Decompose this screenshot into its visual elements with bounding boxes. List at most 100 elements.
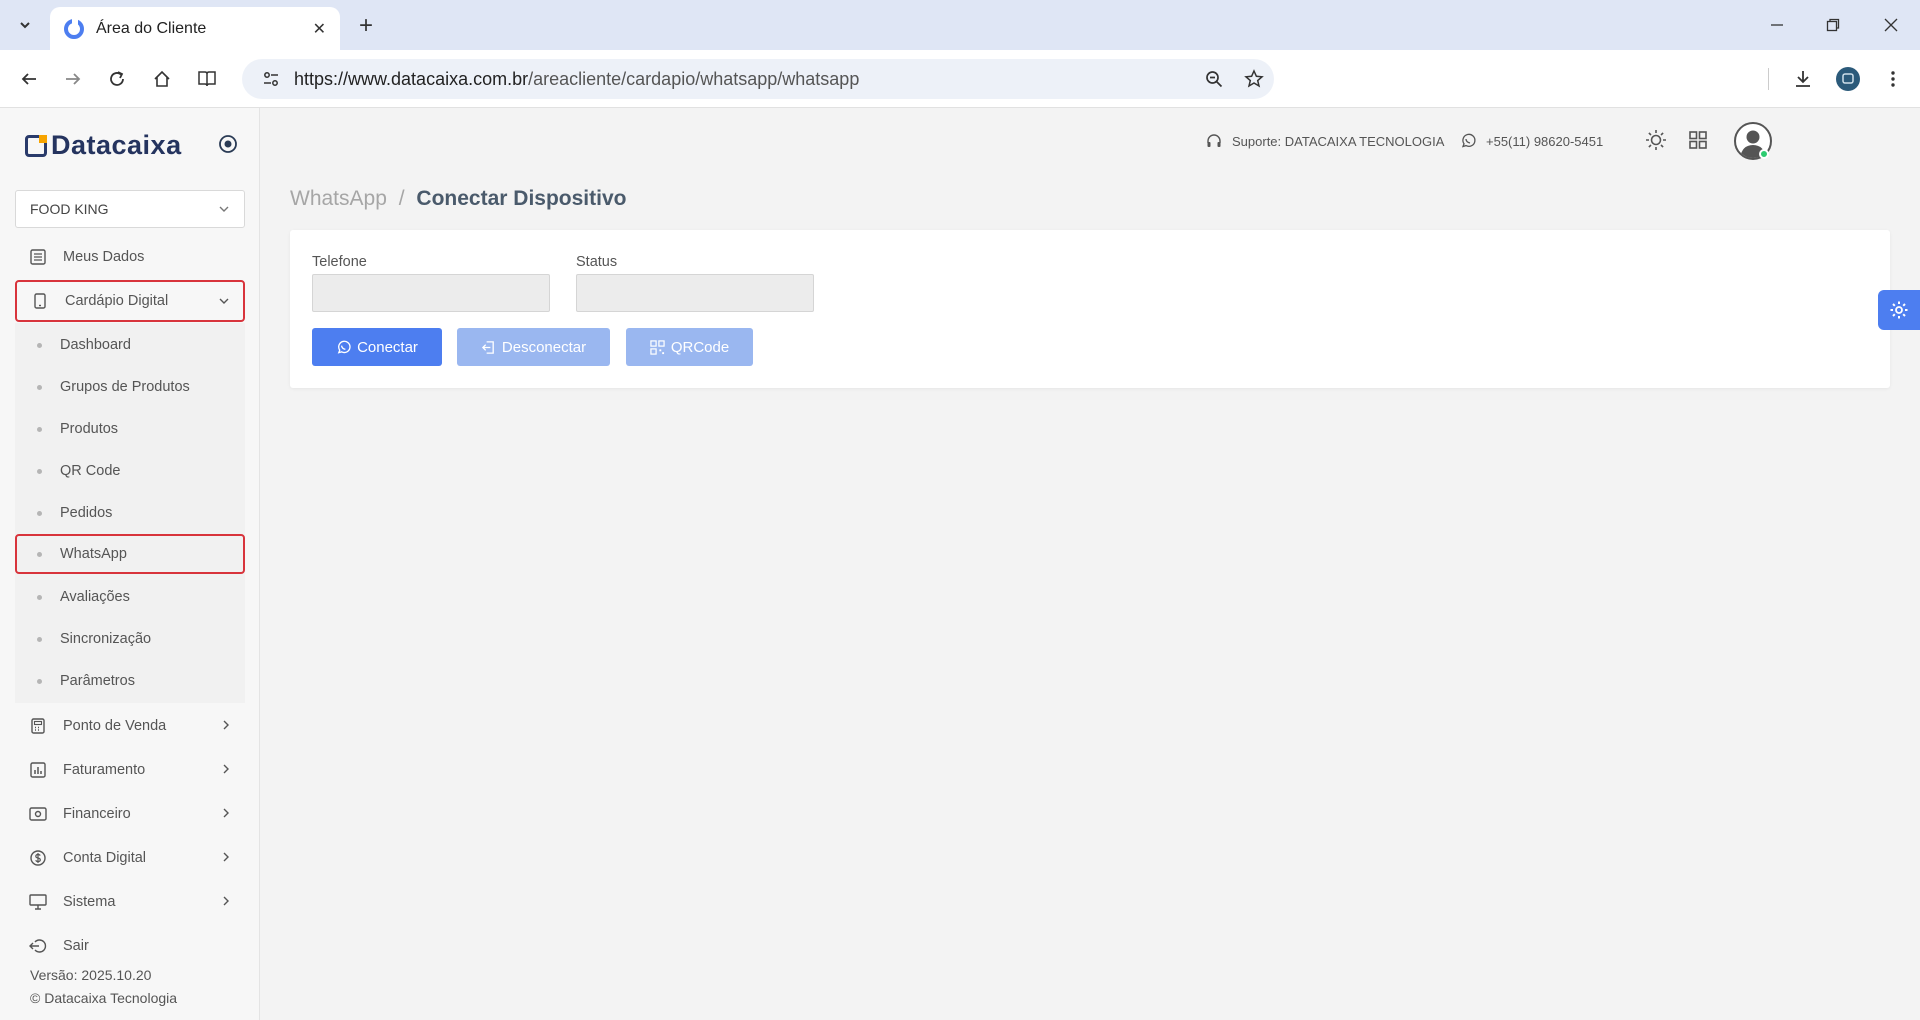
datacaixa-favicon-icon xyxy=(64,18,84,39)
close-window-button[interactable] xyxy=(1876,12,1906,38)
gear-icon xyxy=(1890,301,1908,319)
brand-name: Datacaixa xyxy=(51,130,182,160)
sidebar-item-cardapio-digital[interactable]: Cardápio Digital xyxy=(15,280,245,322)
url-text[interactable]: https://www.datacaixa.com.br/areacliente… xyxy=(294,69,1194,90)
sidebar-item-faturamento[interactable]: Faturamento xyxy=(15,750,245,790)
address-bar[interactable]: https://www.datacaixa.com.br/areacliente… xyxy=(242,59,1274,99)
back-button[interactable] xyxy=(14,64,44,94)
download-icon xyxy=(1796,71,1810,87)
reload-icon xyxy=(110,71,124,86)
site-info-icon[interactable] xyxy=(254,70,288,88)
headset-icon xyxy=(1206,133,1222,149)
bullet-icon xyxy=(37,678,42,684)
sidebar-item-sair[interactable]: Sair xyxy=(15,926,245,966)
sidebar-subitem-avaliacoes[interactable]: Avaliações xyxy=(15,578,245,616)
toolbar-divider xyxy=(1768,68,1769,90)
connect-button[interactable]: Conectar xyxy=(312,328,442,366)
sun-icon xyxy=(1646,130,1666,150)
tab-list-button[interactable] xyxy=(10,10,40,40)
theme-toggle-button[interactable] xyxy=(1642,126,1670,154)
status-field[interactable] xyxy=(576,274,814,312)
reload-button[interactable] xyxy=(102,64,132,94)
tablet-icon xyxy=(31,292,49,310)
close-icon xyxy=(1884,18,1898,32)
chevron-right-icon xyxy=(219,718,233,732)
sidebar-subitem-parametros[interactable]: Parâmetros xyxy=(15,662,245,700)
bullet-icon xyxy=(37,636,42,642)
sidebar-subitem-qr-code[interactable]: QR Code xyxy=(15,452,245,490)
sidebar-subitem-dashboard[interactable]: Dashboard xyxy=(15,326,245,364)
minimize-icon xyxy=(1771,24,1783,26)
status-label: Status xyxy=(576,254,618,270)
zoom-icon xyxy=(1206,71,1223,88)
sidebar-item-sistema[interactable]: Sistema xyxy=(15,882,245,922)
browser-tab-bar: Área do Cliente ✕ + xyxy=(0,0,1920,50)
sidebar-item-meus-dados[interactable]: Meus Dados xyxy=(15,237,245,277)
list-icon xyxy=(29,248,47,266)
more-vertical-icon xyxy=(1891,71,1895,87)
sidebar-subitem-grupos-de-produtos[interactable]: Grupos de Produtos xyxy=(15,368,245,406)
breadcrumb-parent[interactable]: WhatsApp xyxy=(290,187,387,210)
datacaixa-logo-icon xyxy=(25,134,47,157)
support-info: Suporte: DATACAIXA TECNOLOGIA xyxy=(1206,133,1444,149)
restore-icon xyxy=(1826,18,1840,32)
bullet-icon xyxy=(37,468,42,474)
copyright: © Datacaixa Tecnologia xyxy=(30,990,178,1006)
bullet-icon xyxy=(37,384,42,390)
restore-button[interactable] xyxy=(1818,12,1848,38)
brand-logo[interactable]: Datacaixa xyxy=(25,130,182,161)
bar-chart-icon xyxy=(29,761,47,779)
company-select[interactable]: FOOD KING xyxy=(15,190,245,228)
sidebar-item-conta-digital[interactable]: Conta Digital xyxy=(15,838,245,878)
sidebar-subitem-pedidos[interactable]: Pedidos xyxy=(15,494,245,532)
arrow-left-icon xyxy=(21,73,36,85)
apps-button[interactable] xyxy=(1684,126,1712,154)
sidebar-item-ponto-de-venda[interactable]: Ponto de Venda xyxy=(15,706,245,746)
qrcode-button[interactable]: QRCode xyxy=(626,328,753,366)
chevron-down-icon xyxy=(217,294,231,308)
browser-tab-active[interactable]: Área do Cliente ✕ xyxy=(50,7,340,50)
home-button[interactable] xyxy=(147,64,177,94)
sidebar-subitem-produtos[interactable]: Produtos xyxy=(15,410,245,448)
online-status-dot xyxy=(1759,149,1769,159)
bullet-icon xyxy=(37,594,42,600)
sidebar-toggle-button[interactable] xyxy=(216,132,240,156)
new-tab-button[interactable]: + xyxy=(352,12,380,40)
whatsapp-icon xyxy=(1460,133,1476,149)
downloads-button[interactable] xyxy=(1788,64,1818,94)
bullet-icon xyxy=(37,551,42,557)
disconnect-button[interactable]: Desconectar xyxy=(457,328,610,366)
sidebar-footer: Versão: 2025.10.20 © Datacaixa Tecnologi… xyxy=(30,964,177,1010)
forward-button[interactable] xyxy=(58,64,88,94)
book-icon xyxy=(198,71,216,87)
chevron-right-icon xyxy=(219,762,233,776)
chevron-down-icon xyxy=(219,206,229,212)
zoom-button[interactable] xyxy=(1194,70,1234,88)
calculator-icon xyxy=(29,717,47,735)
monitor-icon xyxy=(29,893,47,911)
grid-icon xyxy=(1689,131,1707,149)
chevron-down-icon xyxy=(20,22,30,29)
star-icon xyxy=(1244,69,1264,88)
browser-menu-button[interactable] xyxy=(1878,64,1908,94)
chevron-right-icon xyxy=(219,850,233,864)
reading-mode-button[interactable] xyxy=(192,64,222,94)
minimize-button[interactable] xyxy=(1762,12,1792,38)
logout-icon xyxy=(29,937,47,955)
settings-panel-toggle[interactable] xyxy=(1878,290,1920,330)
page-title: Conectar Dispositivo xyxy=(416,187,627,210)
phone-label: Telefone xyxy=(312,254,367,270)
bookmark-button[interactable] xyxy=(1234,69,1274,89)
sidebar-item-financeiro[interactable]: Financeiro xyxy=(15,794,245,834)
sidebar-subitem-sincronizacao[interactable]: Sincronização xyxy=(15,620,245,658)
dollar-circle-icon xyxy=(29,849,47,867)
chevron-right-icon xyxy=(219,806,233,820)
phone-field[interactable] xyxy=(312,274,550,312)
money-icon xyxy=(29,805,47,823)
profile-button[interactable] xyxy=(1833,64,1863,94)
breadcrumb: WhatsApp / Conectar Dispositivo xyxy=(290,187,626,211)
sidebar-subitem-whatsapp[interactable]: WhatsApp xyxy=(15,534,245,574)
bullet-icon xyxy=(37,426,42,432)
home-icon xyxy=(154,70,170,87)
tab-close-icon[interactable]: ✕ xyxy=(313,19,326,39)
